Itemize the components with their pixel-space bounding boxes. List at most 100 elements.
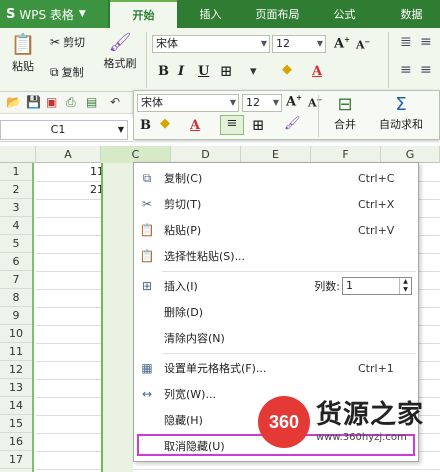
mini-brush-icon[interactable]: 🖌 bbox=[284, 116, 301, 131]
mini-fill-color-icon[interactable]: ◆ bbox=[160, 116, 170, 131]
mini-font-name-select[interactable]: 宋体 ▼ bbox=[137, 94, 239, 112]
menu-item-label: 清除内容(N) bbox=[164, 332, 225, 345]
mini-align-icon[interactable]: ≡ bbox=[220, 115, 244, 135]
menu-item-shortcut: Ctrl+X bbox=[358, 197, 395, 211]
row-header[interactable]: 2 bbox=[0, 181, 32, 199]
column-count-label: 列数: bbox=[314, 280, 340, 293]
row-header[interactable]: 15 bbox=[0, 415, 32, 433]
paste-button[interactable]: 📋 粘贴 bbox=[6, 32, 40, 74]
tab-data[interactable]: 数据 bbox=[378, 0, 440, 28]
ribbon-divider bbox=[388, 32, 389, 88]
format-painter-button[interactable]: 🖌 格式刷 bbox=[100, 32, 140, 71]
mini-font-name-value: 宋体 bbox=[141, 96, 163, 109]
menu-item-copy[interactable]: ⧉ 复制(C) Ctrl+C bbox=[134, 165, 418, 191]
font-grow-icon[interactable]: A+ bbox=[286, 93, 302, 109]
align-middle-icon[interactable]: ≡ bbox=[420, 34, 432, 50]
merge-button[interactable]: ⊟ 合并 bbox=[324, 94, 366, 132]
border-dropdown-icon[interactable]: ▾ bbox=[250, 64, 257, 79]
cut-button[interactable]: ✂ 剪切 bbox=[50, 34, 85, 50]
brush-icon: 🖌 bbox=[108, 32, 132, 53]
column-header-f[interactable]: F bbox=[311, 146, 381, 163]
font-grow-icon[interactable]: A+ bbox=[334, 35, 350, 51]
copy-icon: ⧉ bbox=[142, 170, 152, 185]
pdf-export-icon[interactable]: ▣ bbox=[46, 95, 57, 109]
row-header[interactable]: 17 bbox=[0, 451, 32, 469]
row-header[interactable]: 1 bbox=[0, 163, 32, 181]
row-header[interactable]: 8 bbox=[0, 289, 32, 307]
underline-button[interactable]: U bbox=[198, 64, 209, 79]
copy-icon: ⧉ bbox=[50, 64, 59, 79]
app-name: WPS 表格 bbox=[19, 7, 74, 22]
print-icon[interactable]: ⎙ bbox=[66, 95, 76, 110]
column-header-c[interactable]: C bbox=[101, 146, 171, 163]
menu-item-label: 粘贴(P) bbox=[164, 224, 202, 237]
row-header[interactable]: 13 bbox=[0, 379, 32, 397]
column-header-e[interactable]: E bbox=[241, 146, 311, 163]
font-size-select[interactable]: 12 ▼ bbox=[272, 35, 326, 53]
column-header-g[interactable]: G bbox=[381, 146, 440, 163]
column-count-input[interactable]: 1 ▲ ▼ bbox=[342, 277, 412, 295]
row-header[interactable]: 11 bbox=[0, 343, 32, 361]
name-box[interactable]: C1 ▼ bbox=[0, 120, 128, 140]
row-header[interactable]: 5 bbox=[0, 235, 32, 253]
align-left-icon[interactable]: ≡ bbox=[400, 62, 412, 78]
font-name-select[interactable]: 宋体 ▼ bbox=[152, 35, 270, 53]
menu-item-paste-special[interactable]: 📋 选择性粘贴(S)... bbox=[134, 243, 418, 269]
font-color-icon[interactable]: A bbox=[312, 64, 322, 79]
spinner-arrows-icon[interactable]: ▲ ▼ bbox=[399, 278, 411, 294]
row-header[interactable]: 10 bbox=[0, 325, 32, 343]
logo-badge: 360 bbox=[258, 396, 310, 448]
tab-home[interactable]: 开始 bbox=[110, 0, 177, 28]
tab-page-layout[interactable]: 页面布局 bbox=[244, 0, 311, 28]
title-bar: S WPS 表格 ▼ 开始 插入 页面布局 公式 数据 bbox=[0, 0, 440, 28]
fill-color-icon[interactable]: ◆ bbox=[282, 62, 292, 77]
undo-icon[interactable]: ↶ bbox=[110, 95, 120, 109]
row-headers: 1 2 3 4 5 6 7 8 9 10 11 12 13 14 15 16 1… bbox=[0, 163, 34, 472]
menu-item-label: 复制(C) bbox=[164, 172, 203, 185]
copy-button[interactable]: ⧉ 复制 bbox=[50, 64, 84, 80]
column-header-d[interactable]: D bbox=[171, 146, 241, 163]
row-header[interactable]: 6 bbox=[0, 253, 32, 271]
menu-item-delete[interactable]: 删除(D) bbox=[134, 299, 418, 325]
save-icon[interactable]: 💾 bbox=[26, 95, 41, 109]
select-all-corner[interactable] bbox=[0, 146, 36, 163]
tab-insert[interactable]: 插入 bbox=[177, 0, 244, 28]
row-header[interactable]: 12 bbox=[0, 361, 32, 379]
menu-item-cut[interactable]: ✂ 剪切(T) Ctrl+X bbox=[134, 191, 418, 217]
align-top-icon[interactable]: ≣ bbox=[400, 34, 412, 50]
merge-cells-icon: ⊟ bbox=[337, 94, 353, 115]
format-painter-label: 格式刷 bbox=[103, 57, 137, 70]
selected-column-c[interactable] bbox=[101, 163, 133, 472]
menu-item-paste[interactable]: 📋 粘贴(P) Ctrl+V bbox=[134, 217, 418, 243]
mini-border-icon[interactable]: ⊞ bbox=[252, 116, 265, 134]
italic-button[interactable]: I bbox=[178, 64, 184, 79]
row-header[interactable]: 14 bbox=[0, 397, 32, 415]
chevron-down-icon: ▼ bbox=[316, 39, 323, 48]
print-preview-icon[interactable]: ▤ bbox=[86, 95, 97, 109]
row-header[interactable]: 9 bbox=[0, 307, 32, 325]
row-header[interactable]: 4 bbox=[0, 217, 32, 235]
autosum-button[interactable]: Σ 自动求和 bbox=[368, 94, 434, 132]
mini-font-color-icon[interactable]: A bbox=[190, 118, 200, 133]
tab-formulas[interactable]: 公式 bbox=[311, 0, 378, 28]
row-header[interactable]: 3 bbox=[0, 199, 32, 217]
column-count-field: 列数: 1 ▲ ▼ bbox=[314, 277, 412, 295]
mini-font-size-select[interactable]: 12 ▼ bbox=[242, 94, 282, 112]
font-shrink-icon[interactable]: A− bbox=[308, 95, 322, 110]
bold-button[interactable]: B bbox=[158, 64, 169, 79]
app-menu-button[interactable]: S WPS 表格 ▼ bbox=[0, 0, 108, 28]
menu-separator bbox=[162, 353, 416, 354]
row-header[interactable]: 7 bbox=[0, 271, 32, 289]
open-folder-icon[interactable]: 📂 bbox=[6, 95, 21, 109]
font-shrink-icon[interactable]: A− bbox=[356, 37, 370, 52]
align-center-icon[interactable]: ≡ bbox=[420, 62, 432, 78]
menu-item-clear-contents[interactable]: 清除内容(N) bbox=[134, 325, 418, 351]
border-icon[interactable]: ⊞ bbox=[220, 62, 233, 80]
mini-bold-button[interactable]: B bbox=[140, 118, 151, 133]
row-header[interactable]: 16 bbox=[0, 433, 32, 451]
menu-item-format-cells[interactable]: ▦ 设置单元格格式(F)... Ctrl+1 bbox=[134, 355, 418, 381]
chevron-down-icon: ▼ bbox=[117, 125, 124, 134]
sigma-icon: Σ bbox=[395, 94, 407, 115]
column-header-a[interactable]: A bbox=[36, 146, 101, 163]
menu-item-insert[interactable]: ⊞ 插入(I) 列数: 1 ▲ ▼ bbox=[134, 273, 418, 299]
